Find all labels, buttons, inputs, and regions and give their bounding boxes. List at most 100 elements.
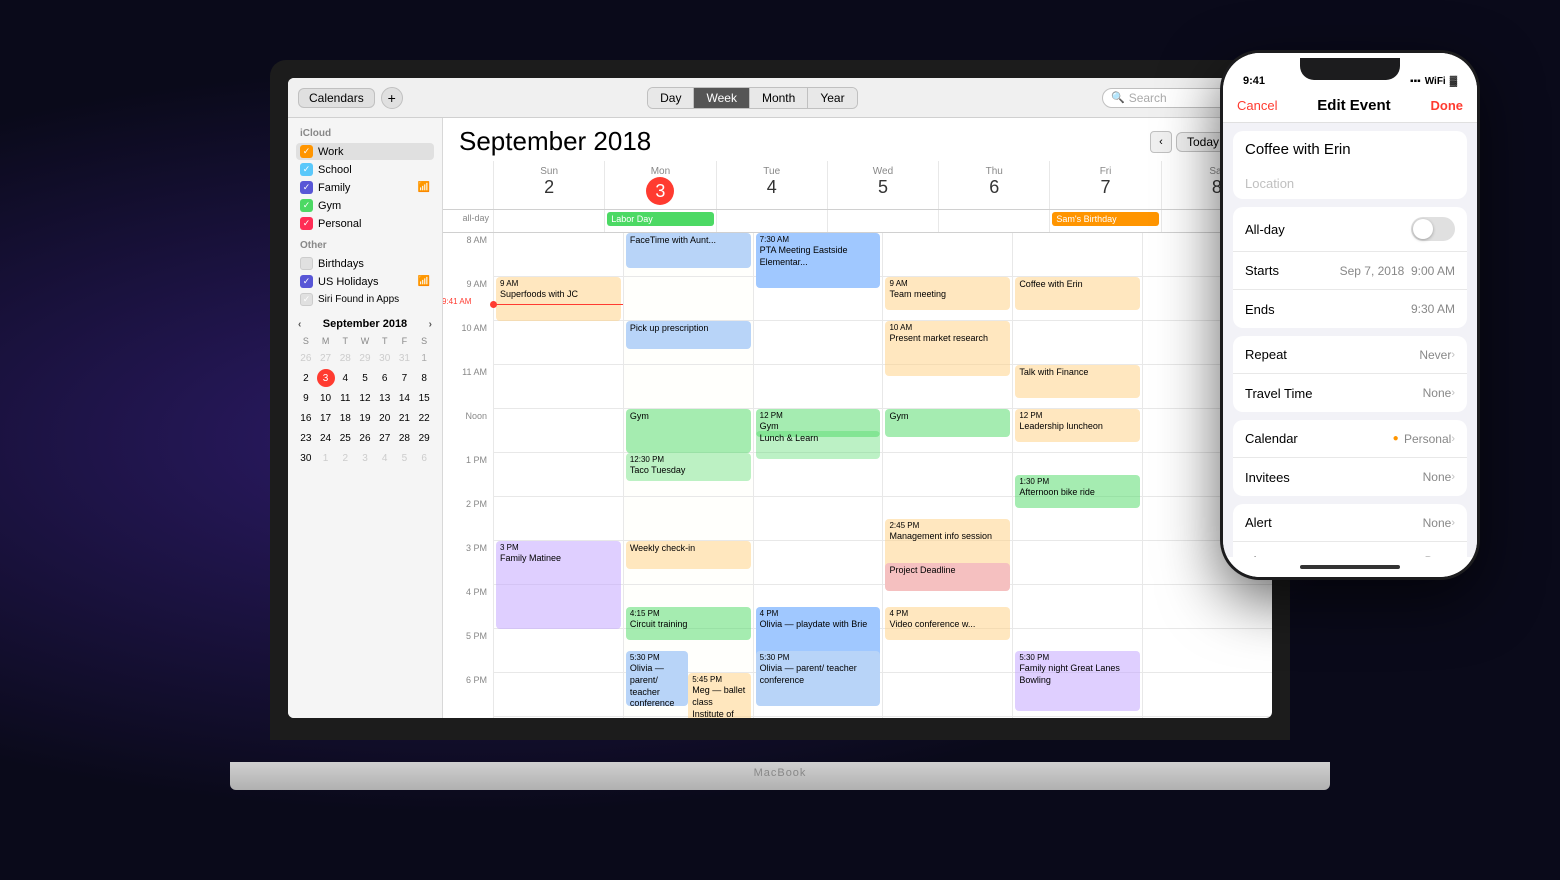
sidebar-item-us-holidays[interactable]: ✓ US Holidays 📶 bbox=[296, 273, 434, 290]
mini-cal-day-27[interactable]: 27 bbox=[376, 429, 394, 447]
mini-cal-day-26a[interactable]: 26 bbox=[297, 349, 315, 367]
event-coffee-erin[interactable]: Coffee with Erin bbox=[1015, 277, 1140, 310]
sams-birthday-event[interactable]: Sam's Birthday bbox=[1052, 212, 1158, 226]
mini-cal-day-25[interactable]: 25 bbox=[336, 429, 354, 447]
mini-cal-day-5b[interactable]: 5 bbox=[395, 449, 413, 467]
mini-cal-day-22[interactable]: 22 bbox=[415, 409, 433, 427]
mini-cal-day-24[interactable]: 24 bbox=[317, 429, 335, 447]
sidebar-item-work[interactable]: ✓ Work bbox=[296, 143, 434, 160]
iphone-ends-field[interactable]: Ends 9:30 AM bbox=[1233, 290, 1467, 328]
sidebar-item-gym[interactable]: ✓ Gym bbox=[296, 197, 434, 214]
mini-cal-day-4[interactable]: 4 bbox=[336, 369, 354, 387]
mini-cal-day-29a[interactable]: 29 bbox=[356, 349, 374, 367]
add-calendar-button[interactable]: + bbox=[381, 87, 403, 109]
tab-month[interactable]: Month bbox=[750, 88, 808, 108]
mini-cal-day-28a[interactable]: 28 bbox=[336, 349, 354, 367]
mini-cal-day-11[interactable]: 11 bbox=[336, 389, 354, 407]
iphone-cancel-button[interactable]: Cancel bbox=[1237, 98, 1277, 113]
personal-checkbox[interactable]: ✓ bbox=[300, 217, 313, 230]
mini-cal-day-5[interactable]: 5 bbox=[356, 369, 374, 387]
week-header-thu[interactable]: Thu 6 bbox=[938, 161, 1049, 209]
week-header-fri[interactable]: Fri 7 bbox=[1049, 161, 1160, 209]
mini-cal-day-2b[interactable]: 2 bbox=[336, 449, 354, 467]
mini-cal-day-31a[interactable]: 31 bbox=[395, 349, 413, 367]
gym-checkbox[interactable]: ✓ bbox=[300, 199, 313, 212]
iphone-done-button[interactable]: Done bbox=[1430, 98, 1463, 113]
iphone-repeat-field[interactable]: Repeat Never › bbox=[1233, 336, 1467, 374]
day-col-mon[interactable]: FaceTime with Aunt... Gym bbox=[623, 233, 753, 718]
family-checkbox[interactable]: ✓ bbox=[300, 181, 313, 194]
event-market-research[interactable]: 10 AM Present market research bbox=[885, 321, 1010, 376]
calendars-button[interactable]: Calendars bbox=[298, 88, 375, 108]
all-day-thu[interactable] bbox=[938, 210, 1049, 232]
event-gym-wed[interactable]: Gym bbox=[885, 409, 1010, 437]
mini-cal-next[interactable]: › bbox=[429, 319, 432, 330]
event-olivia-ptc-tue[interactable]: 5:30 PM Olivia — parent/ teacher confere… bbox=[756, 651, 881, 706]
event-project-deadline[interactable]: Project Deadline bbox=[885, 563, 1010, 591]
week-header-tue[interactable]: Tue 4 bbox=[716, 161, 827, 209]
mini-cal-day-1b[interactable]: 1 bbox=[317, 449, 335, 467]
mini-cal-day-27a[interactable]: 27 bbox=[317, 349, 335, 367]
siri-found-checkbox[interactable]: ✓ bbox=[300, 293, 313, 306]
mini-cal-day-17[interactable]: 17 bbox=[317, 409, 335, 427]
week-header-wed[interactable]: Wed 5 bbox=[827, 161, 938, 209]
mini-cal-day-21[interactable]: 21 bbox=[395, 409, 413, 427]
event-family-night[interactable]: 5:30 PM Family night Great Lanes Bowling bbox=[1015, 651, 1140, 711]
day-col-tue[interactable]: 7:30 AM PTA Meeting Eastside Elementar..… bbox=[753, 233, 883, 718]
mini-cal-day-20[interactable]: 20 bbox=[376, 409, 394, 427]
week-header-sun[interactable]: Sun 2 bbox=[493, 161, 604, 209]
all-day-sun[interactable] bbox=[493, 210, 604, 232]
event-taco-tuesday[interactable]: 12:30 PM Taco Tuesday bbox=[626, 453, 751, 481]
event-circuit[interactable]: 4:15 PM Circuit training bbox=[626, 607, 751, 640]
mini-cal-day-23[interactable]: 23 bbox=[297, 429, 315, 447]
iphone-starts-field[interactable]: Starts Sep 7, 2018 9:00 AM bbox=[1233, 252, 1467, 290]
event-video-conf[interactable]: 4 PM Video conference w... bbox=[885, 607, 1010, 640]
event-team-meeting[interactable]: 9 AM Team meeting bbox=[885, 277, 1010, 310]
event-family-matinee[interactable]: 3 PM Family Matinee bbox=[496, 541, 621, 629]
sidebar-item-personal[interactable]: ✓ Personal bbox=[296, 215, 434, 232]
mini-cal-day-8[interactable]: 8 bbox=[415, 369, 433, 387]
event-leadership[interactable]: 12 PM Leadership luncheon bbox=[1015, 409, 1140, 442]
mini-cal-day-3[interactable]: 3 bbox=[317, 369, 335, 387]
mini-cal-day-2[interactable]: 2 bbox=[297, 369, 315, 387]
event-lunch-learn[interactable]: Lunch & Learn bbox=[756, 431, 881, 459]
mini-cal-prev[interactable]: ‹ bbox=[298, 319, 301, 330]
mini-cal-day-14[interactable]: 14 bbox=[395, 389, 413, 407]
birthdays-checkbox[interactable] bbox=[300, 257, 313, 270]
mini-cal-day-15[interactable]: 15 bbox=[415, 389, 433, 407]
iphone-allday-field[interactable]: All-day bbox=[1233, 207, 1467, 252]
mini-cal-day-6b[interactable]: 6 bbox=[415, 449, 433, 467]
iphone-form[interactable]: Coffee with Erin Location All-day Starts… bbox=[1223, 123, 1477, 557]
allday-toggle[interactable] bbox=[1411, 217, 1455, 241]
iphone-location-field[interactable]: Location bbox=[1233, 168, 1467, 199]
us-holidays-checkbox[interactable]: ✓ bbox=[300, 275, 313, 288]
mini-cal-day-19[interactable]: 19 bbox=[356, 409, 374, 427]
iphone-alert-field[interactable]: Alert None › bbox=[1233, 504, 1467, 542]
mini-cal-day-1a[interactable]: 1 bbox=[415, 349, 433, 367]
all-day-wed[interactable] bbox=[827, 210, 938, 232]
all-day-mon[interactable]: Labor Day bbox=[604, 210, 715, 232]
event-superfoods[interactable]: 9 AM Superfoods with JC bbox=[496, 277, 621, 321]
day-col-thu[interactable]: Coffee with Erin Talk with Finance bbox=[1012, 233, 1142, 718]
school-checkbox[interactable]: ✓ bbox=[300, 163, 313, 176]
sidebar-item-birthdays[interactable]: Birthdays bbox=[296, 255, 434, 272]
iphone-calendar-field[interactable]: Calendar ● Personal › bbox=[1233, 420, 1467, 458]
mini-cal-day-16[interactable]: 16 bbox=[297, 409, 315, 427]
mini-cal-day-12[interactable]: 12 bbox=[356, 389, 374, 407]
event-talk-finance[interactable]: Talk with Finance bbox=[1015, 365, 1140, 398]
day-col-sun[interactable]: 9 AM Superfoods with JC 3 PM Family Mati… bbox=[493, 233, 623, 718]
sidebar-item-family[interactable]: ✓ Family 📶 bbox=[296, 179, 434, 196]
mini-cal-day-28[interactable]: 28 bbox=[395, 429, 413, 447]
week-header-mon[interactable]: Mon 3 bbox=[604, 161, 715, 209]
mini-cal-day-3b[interactable]: 3 bbox=[356, 449, 374, 467]
mini-cal-day-29[interactable]: 29 bbox=[415, 429, 433, 447]
mini-cal-day-4b[interactable]: 4 bbox=[376, 449, 394, 467]
nav-prev-arrow[interactable]: ‹ bbox=[1150, 131, 1172, 153]
mini-cal-day-7[interactable]: 7 bbox=[395, 369, 413, 387]
week-scroll-area[interactable]: 8 AM 9 AM 10 AM 11 AM Noon 1 PM 2 PM 3 P… bbox=[443, 233, 1272, 718]
event-meg-ballet[interactable]: 5:45 PM Meg — ballet class Institute of … bbox=[688, 673, 750, 718]
tab-week[interactable]: Week bbox=[694, 88, 749, 108]
mini-cal-day-13[interactable]: 13 bbox=[376, 389, 394, 407]
iphone-show-as-field[interactable]: Show As Busy › bbox=[1233, 542, 1467, 557]
event-prescription[interactable]: Pick up prescription bbox=[626, 321, 751, 349]
